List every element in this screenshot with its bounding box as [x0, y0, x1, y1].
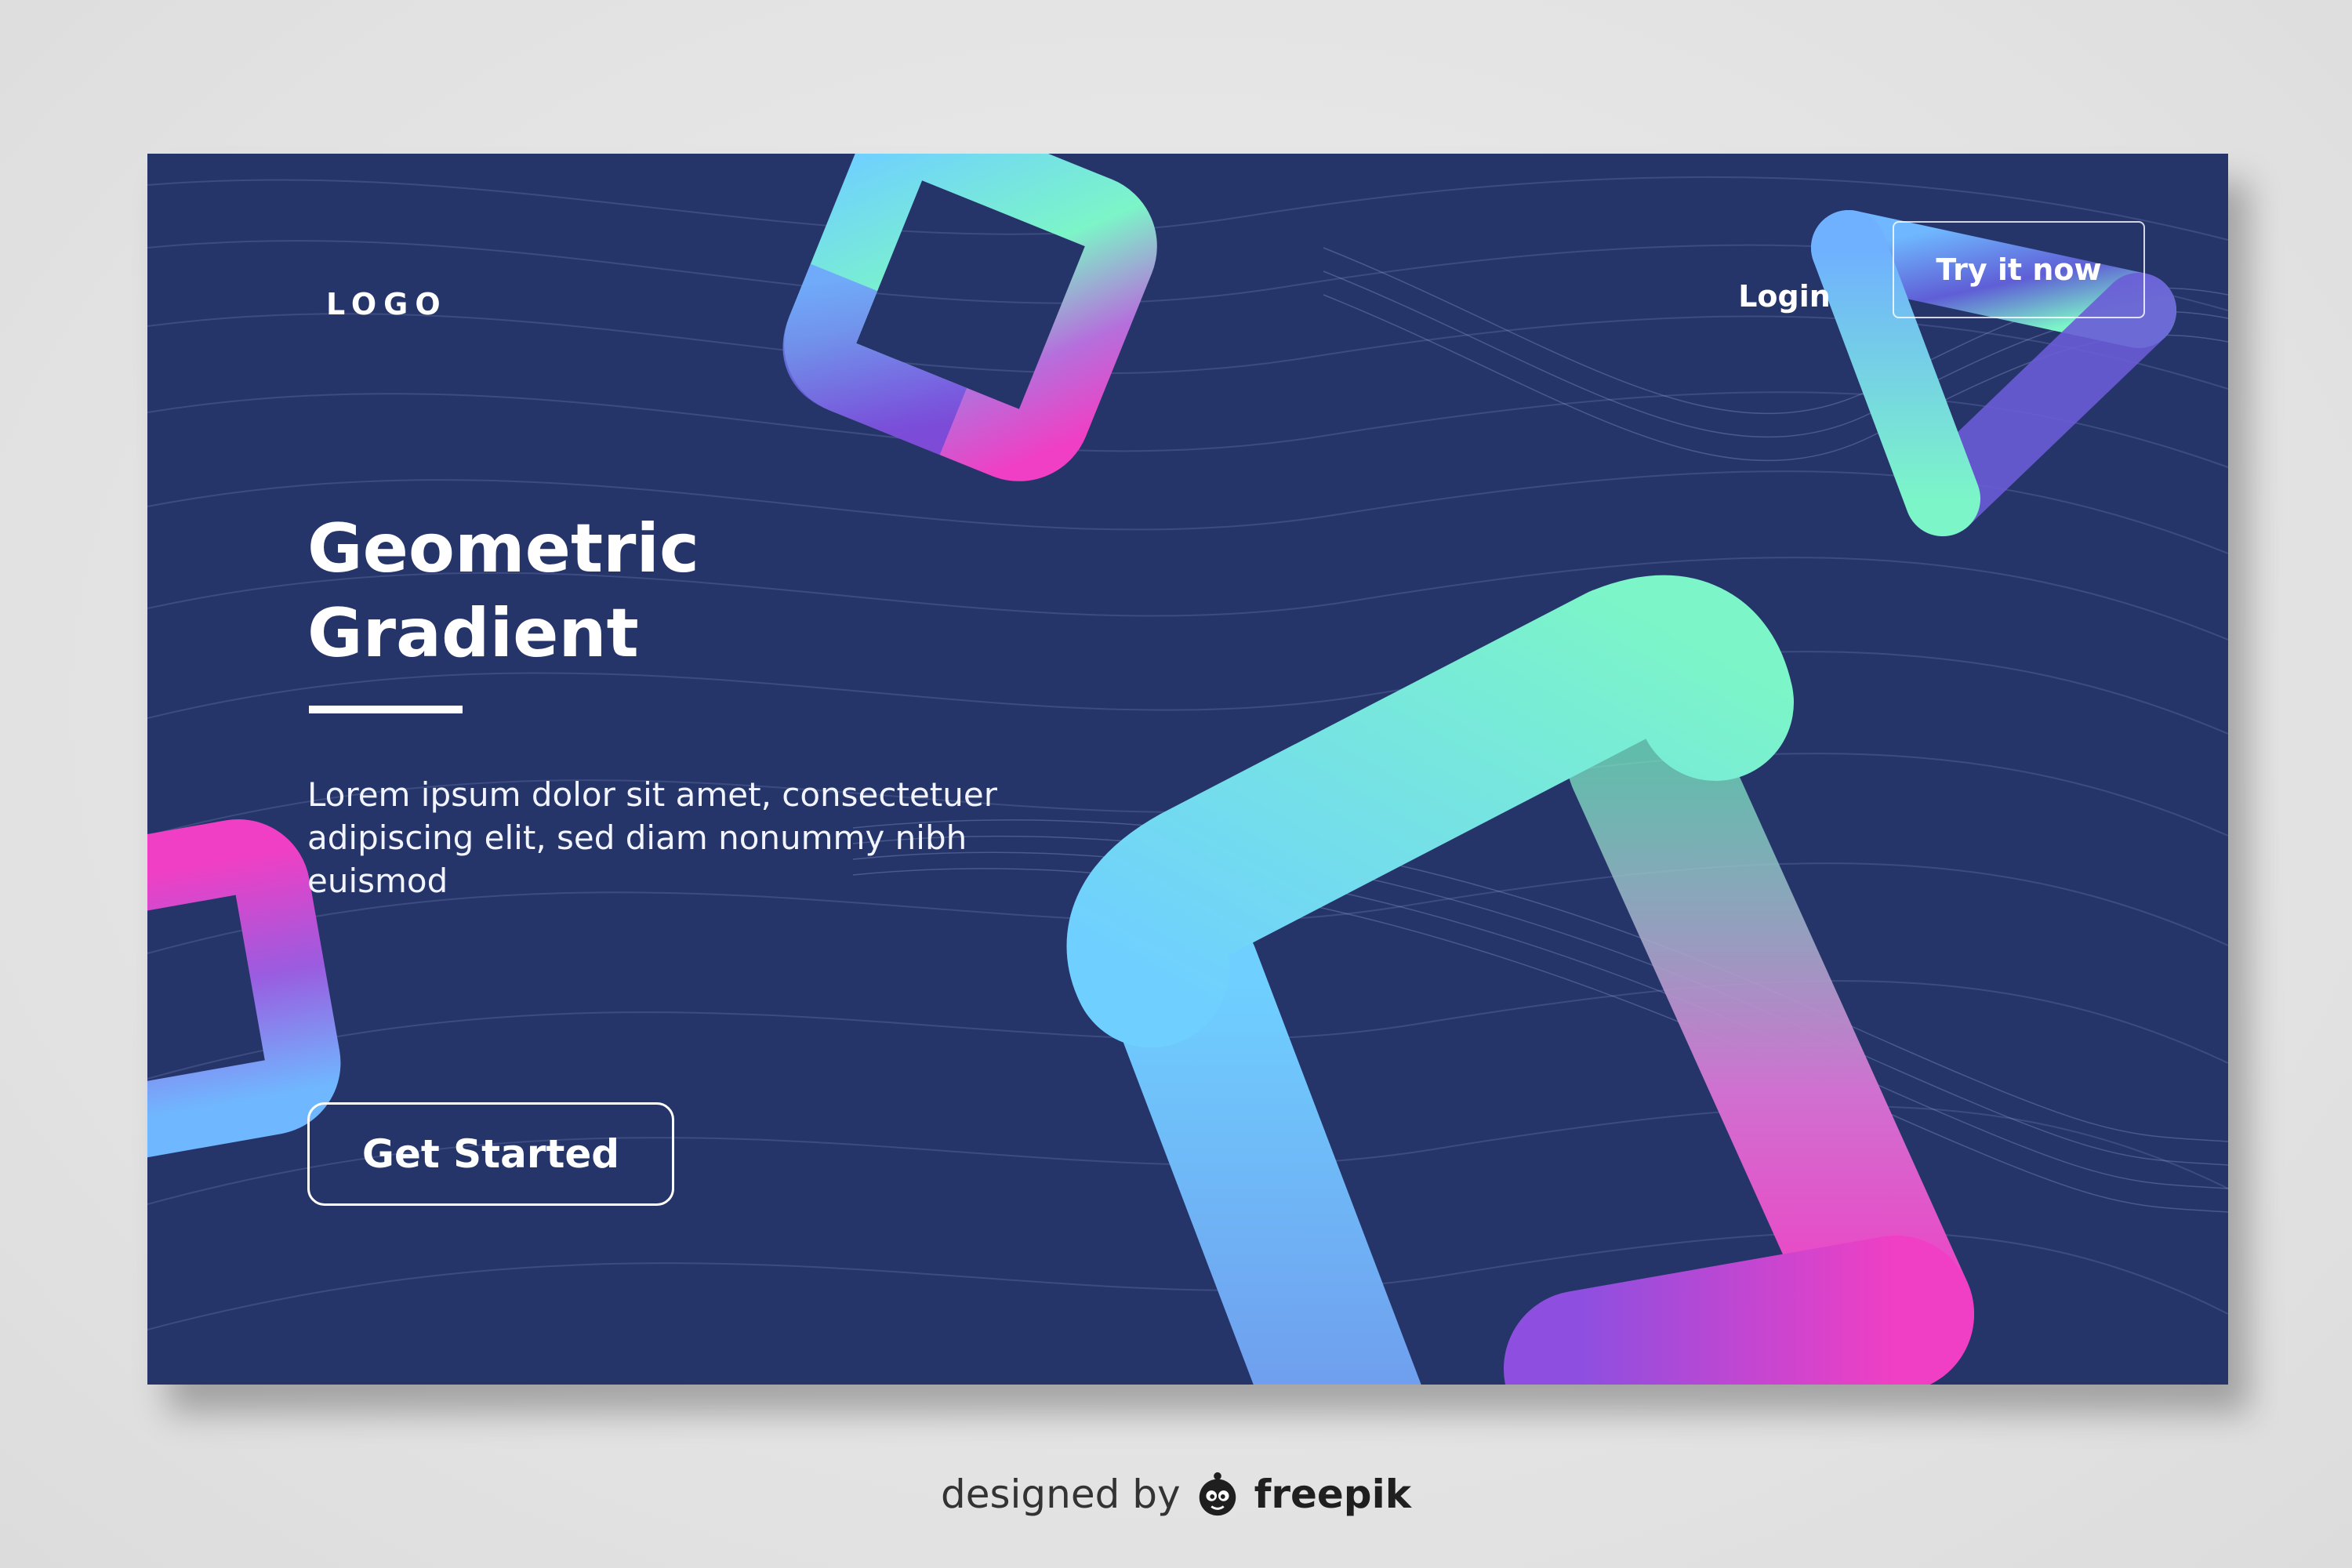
freepik-mascot-icon [1199, 1472, 1236, 1516]
attribution[interactable]: designed by freepik [0, 1463, 2352, 1526]
landing-page-card: LOGO Login Try it now Geometric Gradient… [147, 154, 2228, 1385]
title-underline [309, 706, 463, 713]
credit-brand: freepik [1254, 1472, 1411, 1517]
hero-description: Lorem ipsum dolor sit amet, consectetuer… [307, 775, 997, 900]
left-square-shape [147, 818, 341, 1164]
big-square-shape [1066, 575, 1974, 1385]
login-link[interactable]: Login [1722, 248, 1847, 345]
try-it-now-button[interactable]: Try it now [1893, 221, 2145, 318]
page-backdrop: LOGO Login Try it now Geometric Gradient… [0, 0, 2352, 1568]
get-started-button[interactable]: Get Started [307, 1102, 674, 1206]
credit-prefix: designed by [940, 1472, 1181, 1517]
hero-title: Geometric Gradient [307, 506, 1013, 676]
hero-title-line1: Geometric [307, 510, 699, 588]
logo-text[interactable]: LOGO [326, 287, 448, 321]
hero-title-line2: Gradient [307, 594, 639, 673]
top-square-shape [782, 154, 1157, 481]
